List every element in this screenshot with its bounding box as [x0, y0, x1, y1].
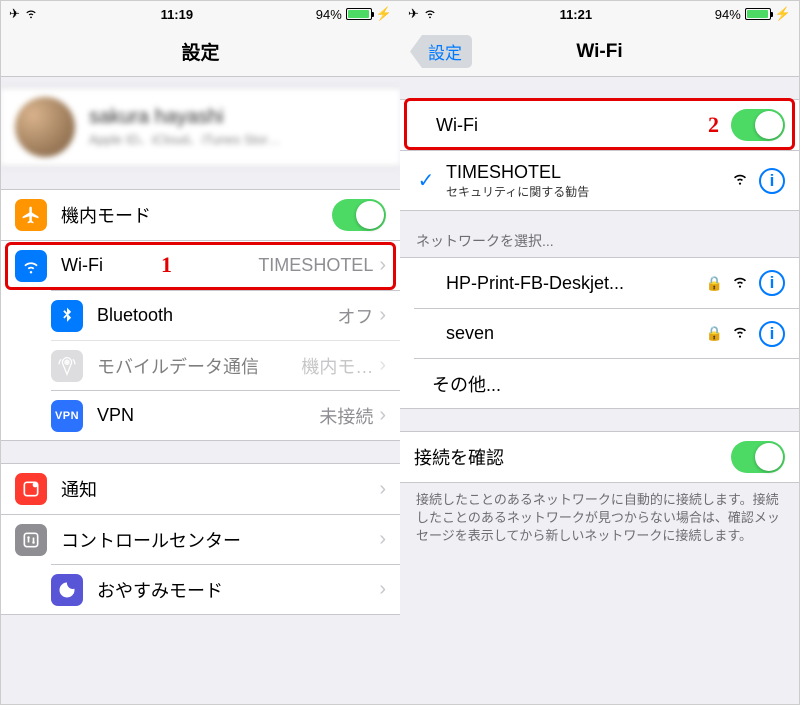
wifi-toggle[interactable] — [731, 109, 785, 141]
row-cellular[interactable]: モバイルデータ通信 機内モ… › — [51, 340, 400, 390]
profile-row[interactable]: sakura hayashi Apple ID、iCloud、iTunes St… — [1, 87, 400, 167]
security-warning: セキュリティに関する勧告 — [446, 183, 723, 200]
battery-pct: 94% — [316, 7, 342, 22]
row-wifi[interactable]: Wi-Fi TIMESHOTEL › — [1, 240, 400, 290]
label: Bluetooth — [97, 305, 337, 326]
info-button[interactable]: i — [759, 270, 785, 296]
bluetooth-icon — [51, 300, 83, 332]
control-center-icon — [15, 524, 47, 556]
airplane-toggle[interactable] — [332, 199, 386, 231]
section-choose-network: ネットワークを選択... — [400, 211, 799, 257]
wifi-label: Wi-Fi — [436, 115, 731, 136]
wifi-icon — [15, 250, 47, 282]
annotation-1: 1 — [161, 252, 172, 278]
chevron-right-icon: › — [379, 528, 386, 551]
back-button[interactable]: 設定 — [410, 35, 472, 68]
row-ask-to-join[interactable]: 接続を確認 — [400, 432, 799, 482]
wifi-icon — [24, 6, 38, 23]
charging-icon: ⚡ — [376, 6, 392, 22]
wifi-screen: ✈ 11:21 94% ⚡ 設定 Wi-Fi Wi-Fi ✓ TIMESHOTE… — [400, 1, 799, 704]
row-notifications[interactable]: 通知 › — [1, 464, 400, 514]
label: Wi-Fi — [61, 255, 258, 276]
chevron-right-icon: › — [379, 578, 386, 601]
info-button[interactable]: i — [759, 321, 785, 347]
airplane-icon: ✈ — [9, 6, 20, 22]
wifi-signal-icon — [731, 169, 749, 192]
annotation-2: 2 — [708, 112, 719, 138]
network-name: TIMESHOTEL — [446, 162, 723, 183]
airplane-icon — [15, 199, 47, 231]
ask-label: 接続を確認 — [414, 444, 731, 470]
status-time: 11:21 — [560, 7, 593, 22]
charging-icon: ⚡ — [775, 6, 791, 22]
row-vpn[interactable]: VPN VPN 未接続 › — [51, 390, 400, 440]
battery-pct: 94% — [715, 7, 741, 22]
cell-value: 機内モ… — [301, 353, 373, 379]
profile-desc: Apple ID、iCloud、iTunes Stor… — [89, 129, 281, 148]
row-network[interactable]: seven 🔒 i — [414, 308, 799, 358]
row-other-network[interactable]: その他... — [414, 358, 799, 408]
label: おやすみモード — [97, 577, 379, 603]
cellular-icon — [51, 350, 83, 382]
moon-icon — [51, 574, 83, 606]
row-dnd[interactable]: おやすみモード › — [51, 564, 400, 614]
label: 機内モード — [61, 202, 332, 228]
other-label: その他... — [432, 371, 785, 397]
status-time: 11:19 — [161, 7, 194, 22]
battery-icon — [346, 8, 372, 20]
wifi-value: TIMESHOTEL — [258, 255, 373, 276]
page-title: 設定 — [181, 38, 219, 65]
chevron-right-icon: › — [379, 304, 386, 327]
profile-name: sakura hayashi — [89, 106, 281, 129]
network-name: HP-Print-FB-Deskjet... — [446, 273, 698, 294]
ask-toggle[interactable] — [731, 441, 785, 473]
wifi-signal-icon — [731, 322, 749, 345]
chevron-right-icon: › — [379, 404, 386, 427]
airplane-icon: ✈ — [408, 6, 419, 22]
avatar — [15, 97, 75, 157]
vpn-value: 未接続 — [319, 403, 373, 429]
label: モバイルデータ通信 — [97, 353, 301, 379]
lock-icon: 🔒 — [706, 325, 723, 342]
footer-text: 接続したことのあるネットワークに自動的に接続します。接続したことのあるネットワー… — [400, 483, 799, 554]
row-control-center[interactable]: コントロールセンター › — [1, 514, 400, 564]
status-bar: ✈ 11:21 94% ⚡ — [400, 1, 799, 27]
row-network[interactable]: HP-Print-FB-Deskjet... 🔒 i — [400, 258, 799, 308]
status-bar: ✈ 11:19 94% ⚡ — [1, 1, 400, 27]
nav-bar: 設定 — [1, 27, 400, 77]
notifications-icon — [15, 473, 47, 505]
row-bluetooth[interactable]: Bluetooth オフ › — [51, 290, 400, 340]
label: 通知 — [61, 476, 379, 502]
network-name: seven — [446, 323, 698, 344]
lock-icon: 🔒 — [706, 275, 723, 292]
chevron-right-icon: › — [379, 254, 386, 277]
row-connected-network[interactable]: ✓ TIMESHOTEL セキュリティに関する勧告 i — [400, 150, 799, 210]
settings-screen: ✈ 11:19 94% ⚡ 設定 sakura hayashi Apple ID… — [1, 1, 400, 704]
info-button[interactable]: i — [759, 168, 785, 194]
label: VPN — [97, 405, 319, 426]
checkmark-icon: ✓ — [414, 168, 438, 193]
page-title: Wi-Fi — [576, 41, 622, 63]
chevron-right-icon: › — [379, 354, 386, 377]
vpn-icon: VPN — [51, 400, 83, 432]
nav-bar: 設定 Wi-Fi — [400, 27, 799, 77]
label: コントロールセンター — [61, 527, 379, 553]
wifi-icon — [423, 6, 437, 23]
row-wifi-toggle[interactable]: Wi-Fi — [400, 100, 799, 150]
battery-icon — [745, 8, 771, 20]
bt-value: オフ — [337, 303, 373, 329]
wifi-signal-icon — [731, 272, 749, 295]
row-airplane[interactable]: 機内モード — [1, 190, 400, 240]
chevron-right-icon: › — [379, 478, 386, 501]
